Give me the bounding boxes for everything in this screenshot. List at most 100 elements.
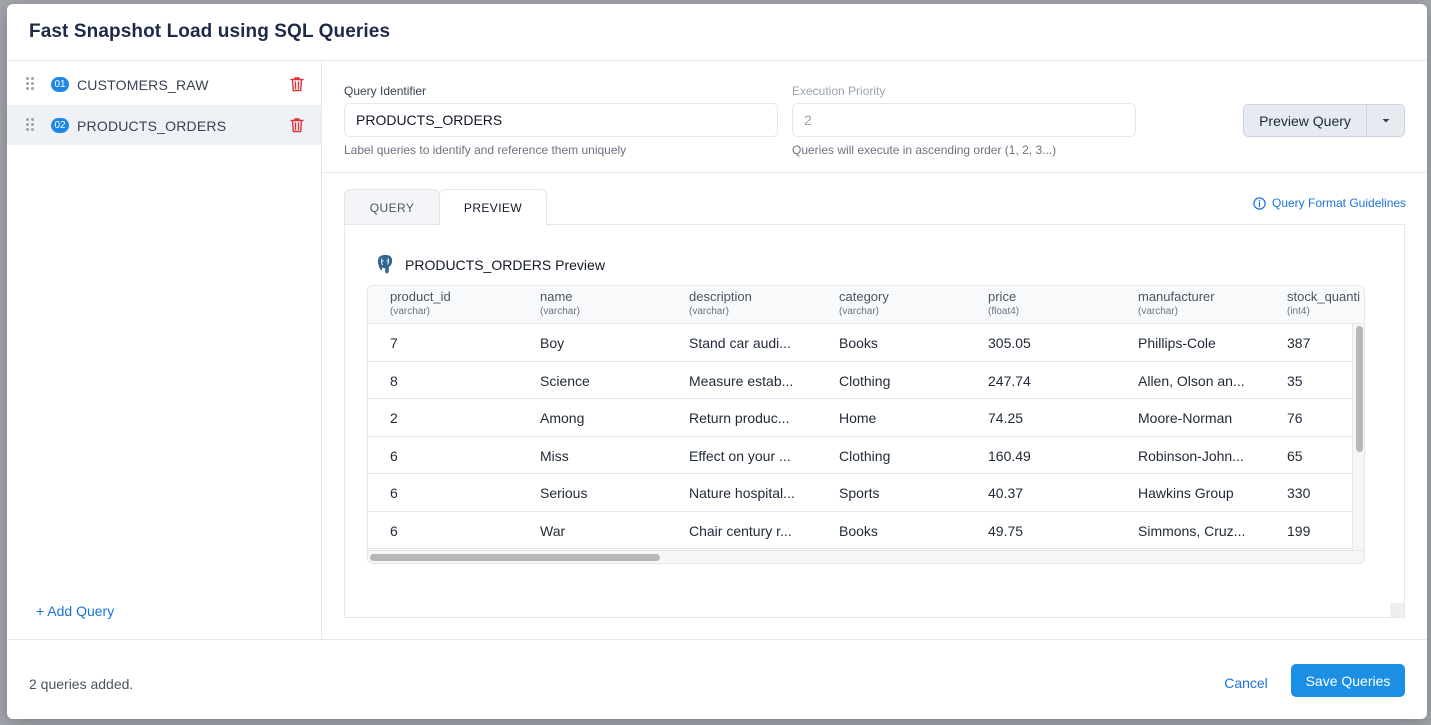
drag-handle-icon[interactable] — [26, 77, 36, 91]
table-cell: Stand car audi... — [689, 335, 791, 351]
table-row: 6 War Chair century r... Books 49.75 Sim… — [368, 512, 1352, 549]
query-name: CUSTOMERS_RAW — [77, 77, 209, 93]
query-identifier-help: Label queries to identify and reference … — [344, 143, 627, 157]
table-cell: 330 — [1287, 485, 1311, 501]
table-cell: Science — [540, 372, 590, 389]
table-cell: Allen, Olson an... — [1138, 372, 1245, 389]
postgresql-icon — [377, 254, 393, 275]
queries-count-status: 2 queries added. — [29, 676, 134, 692]
table-cell: 160.49 — [988, 447, 1031, 464]
table-cell: Among — [540, 410, 585, 426]
column-header[interactable]: category (varchar) — [839, 289, 889, 317]
drag-handle-icon[interactable] — [26, 118, 36, 132]
column-header[interactable]: price (float4) — [988, 289, 1019, 317]
table-cell: Home — [839, 410, 877, 426]
table-row: 6 Miss Effect on your ... Clothing 160.4… — [368, 437, 1352, 474]
tab-query[interactable]: QUERY — [344, 189, 440, 225]
preview-query-split-button: Preview Query — [1243, 104, 1405, 137]
execution-priority-input[interactable]: 2 — [792, 103, 1136, 137]
cancel-button[interactable]: Cancel — [1212, 666, 1280, 699]
table-row: 6 Serious Nature hospital... Sports 40.3… — [368, 474, 1352, 512]
table-cell: Sports — [839, 485, 880, 501]
section-divider — [322, 172, 1427, 173]
table-cell: Phillips-Cole — [1138, 335, 1216, 351]
table-cell: 247.74 — [988, 372, 1031, 389]
horizontal-scroll-thumb[interactable] — [370, 554, 660, 561]
sidebar-item-products-orders[interactable]: 02 PRODUCTS_ORDERS — [7, 105, 321, 145]
table-row: 7 Boy Stand car audi... Books 305.05 Phi… — [368, 324, 1352, 362]
table-cell: Books — [839, 335, 878, 351]
query-index-badge: 01 — [51, 77, 69, 92]
table-cell: Robinson-John... — [1138, 447, 1244, 464]
modal-header: Fast Snapshot Load using SQL Queries — [7, 4, 1427, 61]
query-index-badge: 02 — [51, 118, 69, 133]
table-cell: Effect on your ... — [689, 447, 791, 464]
vertical-scroll-thumb[interactable] — [1356, 326, 1363, 452]
table-cell: Return produc... — [689, 410, 790, 426]
table-cell: 2 — [390, 410, 398, 426]
preview-options-dropdown[interactable] — [1367, 105, 1404, 136]
table-cell: Moore-Norman — [1138, 410, 1233, 426]
modal-footer: 2 queries added. Cancel Save Queries — [7, 639, 1427, 719]
table-cell: 387 — [1287, 335, 1311, 351]
table-cell: 49.75 — [988, 522, 1024, 539]
column-header[interactable]: product_id (varchar) — [390, 289, 451, 317]
table-cell: 6 — [390, 447, 398, 464]
table-cell: 40.37 — [988, 485, 1024, 501]
save-queries-button[interactable]: Save Queries — [1291, 664, 1405, 697]
table-cell: Hawkins Group — [1138, 485, 1234, 501]
table-cell: Serious — [540, 485, 588, 501]
add-query-button[interactable]: + Add Query — [36, 603, 114, 619]
execution-priority-help: Queries will execute in ascending order … — [792, 143, 1057, 157]
modal-title: Fast Snapshot Load using SQL Queries — [29, 21, 391, 42]
grid-header: product_id (varchar) name (varchar) descri… — [368, 286, 1364, 324]
table-cell: 7 — [390, 335, 398, 351]
table-cell: Chair century r... — [689, 522, 792, 539]
table-cell: 74.25 — [988, 410, 1024, 426]
table-cell: Miss — [540, 447, 569, 464]
table-cell: 8 — [390, 372, 398, 389]
query-identifier-label: Query Identifier — [344, 84, 427, 98]
chevron-down-icon — [1382, 118, 1389, 122]
query-format-guidelines-link[interactable]: Query Format Guidelines — [1253, 196, 1406, 210]
tab-preview[interactable]: PREVIEW — [439, 189, 547, 226]
table-cell: 76 — [1287, 410, 1303, 426]
preview-data-grid: product_id (varchar) name (varchar) descri… — [367, 285, 1365, 564]
table-cell: Clothing — [839, 372, 891, 389]
vertical-scrollbar[interactable] — [1352, 324, 1364, 550]
table-cell: 65 — [1287, 447, 1303, 464]
query-sidebar: 01 CUSTOMERS_RAW 02 PRODUCTS_ORDERS + Ad… — [7, 61, 322, 639]
column-header[interactable]: stock_quanti (int4) — [1287, 289, 1360, 317]
table-cell: Boy — [540, 335, 565, 351]
info-icon — [1253, 196, 1266, 210]
table-cell: Simmons, Cruz... — [1138, 522, 1246, 539]
preview-query-button[interactable]: Preview Query — [1244, 105, 1367, 136]
table-row: 2 Among Return produc... Home 74.25 Moor… — [368, 399, 1352, 437]
horizontal-scrollbar[interactable] — [368, 550, 1364, 563]
sidebar-item-customers-raw[interactable]: 01 CUSTOMERS_RAW — [7, 64, 321, 104]
query-identifier-input[interactable]: PRODUCTS_ORDERS — [344, 103, 778, 137]
table-cell: Clothing — [839, 447, 891, 464]
preview-panel: PRODUCTS_ORDERS Preview product_id (varch… — [344, 224, 1405, 618]
table-cell: 6 — [390, 485, 398, 501]
guidelines-label: Query Format Guidelines — [1272, 196, 1407, 210]
resize-handle[interactable] — [1390, 603, 1404, 617]
trash-icon[interactable] — [290, 76, 304, 92]
execution-priority-label: Execution Priority — [792, 84, 886, 98]
snapshot-modal: Fast Snapshot Load using SQL Queries 01 … — [7, 4, 1427, 719]
table-cell: War — [540, 522, 566, 539]
table-cell: 35 — [1287, 372, 1303, 389]
table-cell: 199 — [1287, 522, 1311, 539]
column-header[interactable]: manufacturer (varchar) — [1138, 289, 1215, 317]
table-cell: Nature hospital... — [689, 485, 795, 501]
table-row: 8 Science Measure estab... Clothing 247.… — [368, 362, 1352, 399]
preview-title: PRODUCTS_ORDERS Preview — [405, 257, 605, 273]
trash-icon[interactable] — [290, 117, 304, 133]
table-cell: Books — [839, 522, 878, 539]
column-header[interactable]: description (varchar) — [689, 289, 752, 317]
query-name: PRODUCTS_ORDERS — [77, 118, 227, 134]
table-cell: 6 — [390, 522, 398, 539]
column-header[interactable]: name (varchar) — [540, 289, 580, 317]
table-cell: 305.05 — [988, 335, 1031, 351]
table-cell: Measure estab... — [689, 372, 794, 389]
